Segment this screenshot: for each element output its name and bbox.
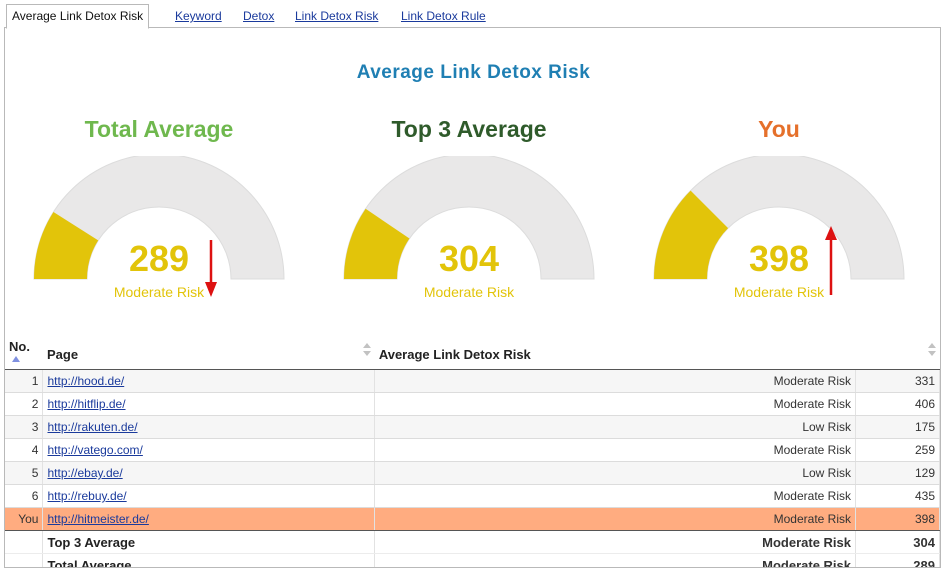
page-cell: http://hitmeister.de/ (42, 507, 376, 531)
tab-bar: Average Link Detox Risk Keyword Detox Li… (6, 4, 942, 29)
table-row: 3 http://rakuten.de/ Low Risk 175 (5, 415, 940, 439)
gauge-you: You 398 Moderate Risk (644, 116, 914, 321)
risk-cell: Moderate Risk (374, 392, 857, 416)
table-row: 5 http://ebay.de/ Low Risk 129 (5, 461, 940, 485)
gauge-heading: You (758, 116, 800, 142)
column-header-label: Page (46, 346, 79, 362)
score-cell: 259 (855, 438, 940, 462)
risk-cell: Moderate Risk (374, 484, 857, 508)
risk-cell: Low Risk (374, 461, 857, 485)
tab-link-detox-rule[interactable]: Link Detox Rule (401, 6, 486, 27)
page-link[interactable]: http://rebuy.de/ (47, 489, 126, 503)
row-number: 2 (5, 392, 44, 416)
score-cell: 406 (855, 392, 940, 416)
page-link[interactable]: http://vatego.com/ (47, 443, 142, 457)
tab-average-link-detox-risk[interactable]: Average Link Detox Risk (6, 4, 150, 29)
page-cell: http://vatego.com/ (42, 438, 376, 462)
gauge-heading: Top 3 Average (391, 116, 547, 142)
report-title: Average Link Detox Risk (356, 62, 591, 83)
row-number: 1 (5, 369, 44, 393)
row-number: 3 (5, 415, 44, 439)
gauge-value: 289 (128, 238, 190, 279)
gauge-value: 304 (438, 238, 500, 279)
row-number: 6 (5, 484, 44, 508)
gauge-risk-label: Moderate Risk (423, 284, 515, 300)
summary-row-total: Total Average Moderate Risk 289 (5, 553, 940, 567)
gauge-total-average: Total Average 289 Moderate Risk (24, 116, 294, 321)
table-header-row: No. Page Average Link Detox Risk (5, 339, 940, 370)
column-header-page[interactable]: Page (42, 339, 375, 370)
score-cell: 435 (855, 484, 940, 508)
page-link[interactable]: http://hitmeister.de/ (47, 512, 148, 526)
page-cell: http://hood.de/ (42, 369, 376, 393)
risk-cell: Low Risk (374, 415, 857, 439)
column-header-label: Average Link Detox Risk (378, 346, 531, 362)
summary-row-top3: Top 3 Average Moderate Risk 304 (5, 530, 940, 554)
summary-label: Top 3 Average (42, 530, 376, 554)
score-cell: 175 (855, 415, 940, 439)
tab-keyword[interactable]: Keyword (175, 6, 222, 27)
risk-cell: Moderate Risk (374, 438, 857, 462)
tab-link-detox-risk[interactable]: Link Detox Risk (295, 6, 378, 27)
summary-risk: Moderate Risk (374, 530, 857, 554)
sort-icon[interactable] (362, 343, 371, 357)
tab-detox[interactable]: Detox (243, 6, 274, 27)
score-cell: 398 (855, 507, 940, 531)
page-link[interactable]: http://hitflip.de/ (47, 397, 125, 411)
page-cell: http://rakuten.de/ (42, 415, 376, 439)
page-cell: http://hitflip.de/ (42, 392, 376, 416)
table-row: 6 http://rebuy.de/ Moderate Risk 435 (5, 484, 940, 508)
page-cell: http://ebay.de/ (42, 461, 376, 485)
row-number: You (5, 507, 44, 531)
risk-cell: Moderate Risk (374, 369, 857, 393)
score-cell: 331 (855, 369, 940, 393)
sort-ascending-icon (12, 356, 20, 362)
column-header-no[interactable]: No. (5, 339, 43, 370)
report-panel: Average Link Detox Risk Total Average 28… (4, 27, 941, 568)
gauge-risk-label: Moderate Risk (113, 284, 205, 300)
gauge-top3-average: Top 3 Average 304 Moderate Risk (334, 116, 604, 321)
gauge-heading: Total Average (84, 116, 234, 142)
summary-empty-cell (5, 553, 44, 567)
summary-label: Total Average (42, 553, 376, 567)
page-link[interactable]: http://hood.de/ (47, 374, 124, 388)
page-cell: http://rebuy.de/ (42, 484, 376, 508)
table-row: 1 http://hood.de/ Moderate Risk 331 (5, 369, 940, 393)
risk-table: No. Page Average Link Detox Risk 1 http:… (5, 339, 940, 567)
summary-risk: Moderate Risk (374, 553, 857, 567)
score-cell: 129 (855, 461, 940, 485)
summary-score: 304 (855, 530, 940, 554)
page-link[interactable]: http://rakuten.de/ (47, 420, 137, 434)
summary-empty-cell (5, 530, 44, 554)
table-row-you: You http://hitmeister.de/ Moderate Risk … (5, 507, 940, 531)
row-number: 5 (5, 461, 44, 485)
row-number: 4 (5, 438, 44, 462)
summary-score: 289 (855, 553, 940, 567)
column-header-label: No. (9, 339, 30, 354)
gauge-value: 398 (748, 238, 810, 279)
gauge-risk-label: Moderate Risk (733, 284, 825, 300)
sort-icon[interactable] (927, 343, 936, 357)
table-row: 2 http://hitflip.de/ Moderate Risk 406 (5, 392, 940, 416)
page-link[interactable]: http://ebay.de/ (47, 466, 122, 480)
column-header-risk[interactable]: Average Link Detox Risk (374, 339, 940, 370)
risk-cell: Moderate Risk (374, 507, 857, 531)
table-row: 4 http://vatego.com/ Moderate Risk 259 (5, 438, 940, 462)
